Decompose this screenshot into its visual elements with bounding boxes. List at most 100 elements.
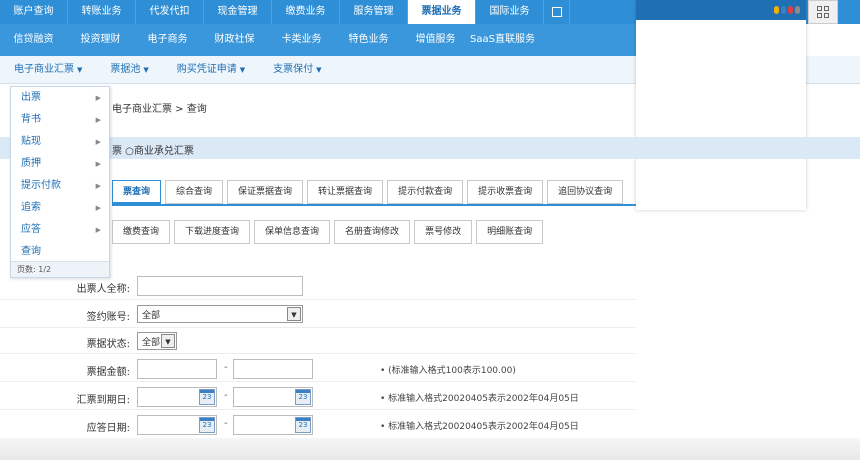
sub-nav-label: 支票保付 bbox=[273, 64, 314, 75]
sign-account-label: 签约账号: bbox=[86, 312, 130, 323]
bill-type-selector[interactable]: 票 ○商业承兑汇票 bbox=[112, 142, 194, 157]
calendar-icon[interactable]: 23 bbox=[199, 389, 215, 405]
menu-pager[interactable]: 页数: 1/2 bbox=[11, 261, 109, 277]
nav-item[interactable]: 票据业务 bbox=[408, 0, 476, 24]
menu-item[interactable]: 背书 ▶ bbox=[11, 109, 109, 131]
menu-item-label: 提示付款 bbox=[21, 180, 61, 191]
sign-account-select[interactable]: 全部 ▼ bbox=[137, 305, 303, 323]
menu-item-label: 追索 bbox=[21, 202, 41, 213]
due-date-start-input[interactable]: 23 bbox=[137, 387, 217, 407]
chevron-right-icon: ▶ bbox=[95, 94, 101, 102]
amount-min-input[interactable] bbox=[137, 359, 217, 379]
chevron-right-icon: ▶ bbox=[95, 160, 101, 168]
bill-type-bar: 票 ○商业承兑汇票 bbox=[0, 137, 860, 159]
menu-item-label: 应答 bbox=[21, 224, 41, 235]
menu-item[interactable]: 质押 ▶ bbox=[11, 153, 109, 175]
grid-menu-button[interactable] bbox=[808, 0, 838, 24]
calendar-icon[interactable]: 23 bbox=[295, 389, 311, 405]
menu-item-label: 质押 bbox=[21, 158, 41, 169]
bill-status-value: 全部 bbox=[142, 338, 161, 348]
nav-item[interactable]: 现金管理 bbox=[204, 0, 272, 24]
overlay-header bbox=[636, 0, 806, 20]
menu-item-label: 背书 bbox=[21, 114, 41, 125]
calendar-icon[interactable]: 23 bbox=[199, 417, 215, 433]
sub-nav-item[interactable]: 电子商业汇票 ▼ bbox=[0, 56, 96, 83]
query-tabs-row1: 票查询 综合查询 保证票据查询 转让票据查询 提示付款查询 提示收票查询 追回协议查询 bbox=[112, 180, 624, 204]
calendar-icon[interactable]: 23 bbox=[295, 417, 311, 433]
nav-item[interactable]: 特色业务 bbox=[335, 24, 402, 56]
reply-date-hint: • 标准输入格式20020405表示2002年04月05日 bbox=[380, 422, 579, 432]
due-date-label: 汇票到期日: bbox=[76, 395, 130, 406]
loading-dots-icon bbox=[774, 6, 800, 14]
amount-hint: • (标准输入格式100表示100.00) bbox=[380, 366, 516, 376]
query-tab[interactable]: 名册查询修改 bbox=[334, 220, 411, 244]
chevron-right-icon: ▶ bbox=[95, 182, 101, 190]
amount-max-input[interactable] bbox=[233, 359, 313, 379]
menu-item[interactable]: 提示付款 ▶ bbox=[11, 175, 109, 197]
query-tabs-row2: 缴费查询 下载进度查询 保单信息查询 名册查询修改 票号修改 明细账查询 bbox=[112, 220, 544, 244]
menu-item[interactable]: 出票 ▶ bbox=[11, 87, 109, 109]
ecds-dropdown-menu: 出票 ▶ 背书 ▶ 贴现 ▶ 质押 ▶ 提示付款 ▶ 追索 ▶ 应答 ▶ 查询 页数: 1/2 bbox=[10, 86, 110, 278]
breadcrumb: 电子商业汇票 > 查询 bbox=[112, 104, 207, 115]
nav-item[interactable]: 国际业务 bbox=[476, 0, 544, 24]
menu-item[interactable]: 查询 bbox=[11, 241, 109, 263]
chevron-right-icon: ▶ bbox=[95, 138, 101, 146]
query-tab[interactable]: 明细账查询 bbox=[476, 220, 544, 244]
nav-item[interactable]: 转账业务 bbox=[68, 0, 136, 24]
menu-item[interactable]: 应答 ▶ bbox=[11, 219, 109, 241]
form-row-account: 签约账号: 全部 ▼ bbox=[0, 300, 636, 328]
sub-nav-label: 购买凭证申请 bbox=[176, 64, 237, 75]
sub-nav-label: 票据池 bbox=[110, 64, 141, 75]
query-tab[interactable]: 转让票据查询 bbox=[307, 180, 384, 204]
nav-item[interactable]: 缴费业务 bbox=[272, 0, 340, 24]
nav-item[interactable]: 卡类业务 bbox=[268, 24, 335, 56]
nav-item[interactable]: 服务管理 bbox=[340, 0, 408, 24]
query-tab[interactable]: 下载进度查询 bbox=[174, 220, 251, 244]
sub-nav-item[interactable]: 支票保付 ▼ bbox=[259, 56, 335, 83]
menu-item[interactable]: 追索 ▶ bbox=[11, 197, 109, 219]
nav-item[interactable]: 账户查询 bbox=[0, 0, 68, 24]
range-dash: - bbox=[224, 390, 228, 401]
reply-date-start-input[interactable]: 23 bbox=[137, 415, 217, 435]
nav-item[interactable]: 电子商务 bbox=[134, 24, 201, 56]
tab-underline bbox=[112, 204, 636, 206]
grid-icon bbox=[817, 6, 829, 18]
reply-date-end-input[interactable]: 23 bbox=[233, 415, 313, 435]
nav-item[interactable]: 信贷融资 bbox=[0, 24, 67, 56]
chevron-right-icon: ▶ bbox=[95, 204, 101, 212]
query-tab[interactable]: 提示收票查询 bbox=[467, 180, 544, 204]
query-tab[interactable]: 保证票据查询 bbox=[227, 180, 304, 204]
query-tab[interactable]: 提示付款查询 bbox=[387, 180, 464, 204]
query-tab[interactable]: 综合查询 bbox=[165, 180, 224, 204]
sign-account-value: 全部 bbox=[142, 311, 161, 321]
query-tab[interactable]: 追回协议查询 bbox=[547, 180, 624, 204]
sub-nav-item[interactable]: 购买凭证申请 ▼ bbox=[163, 56, 259, 83]
nav-item[interactable]: 投资理财 bbox=[67, 24, 134, 56]
bottom-bar bbox=[0, 438, 860, 460]
menu-item[interactable]: 贴现 ▶ bbox=[11, 131, 109, 153]
bill-status-select[interactable]: 全部 ▼ bbox=[137, 332, 177, 350]
chevron-down-icon: ▼ bbox=[287, 307, 301, 321]
nav-item[interactable]: 代发代扣 bbox=[136, 0, 204, 24]
top-nav-secondary: 信贷融资 投资理财 电子商务 财政社保 卡类业务 特色业务 增值服务 SaaS直联服务 bbox=[0, 24, 640, 56]
chevron-down-icon: ▼ bbox=[316, 66, 322, 74]
menu-item-label: 出票 bbox=[21, 92, 41, 103]
chevron-right-icon: ▶ bbox=[95, 226, 101, 234]
nav-item[interactable]: SaaS直联服务 bbox=[469, 24, 536, 56]
menu-item-label: 贴现 bbox=[21, 136, 41, 147]
query-tab[interactable]: 缴费查询 bbox=[112, 220, 171, 244]
form-row-due: 汇票到期日: 23 - 23 • 标准输入格式20020405表示2002年04… bbox=[0, 382, 636, 410]
query-tab[interactable]: 保单信息查询 bbox=[254, 220, 331, 244]
sub-nav-item[interactable]: 票据池 ▼ bbox=[96, 56, 162, 83]
nav-item[interactable]: 增值服务 bbox=[402, 24, 469, 56]
chevron-down-icon: ▼ bbox=[143, 66, 149, 74]
bill-amount-label: 票据金额: bbox=[86, 367, 130, 378]
query-tab[interactable]: 票查询 bbox=[112, 180, 162, 204]
query-tab[interactable]: 票号修改 bbox=[414, 220, 473, 244]
due-date-end-input[interactable]: 23 bbox=[233, 387, 313, 407]
drawer-name-input[interactable] bbox=[137, 276, 303, 296]
nav-item[interactable]: 财政社保 bbox=[201, 24, 268, 56]
chevron-right-icon: ▶ bbox=[95, 116, 101, 124]
window-icon[interactable] bbox=[544, 0, 570, 24]
chevron-down-icon: ▼ bbox=[77, 66, 83, 74]
